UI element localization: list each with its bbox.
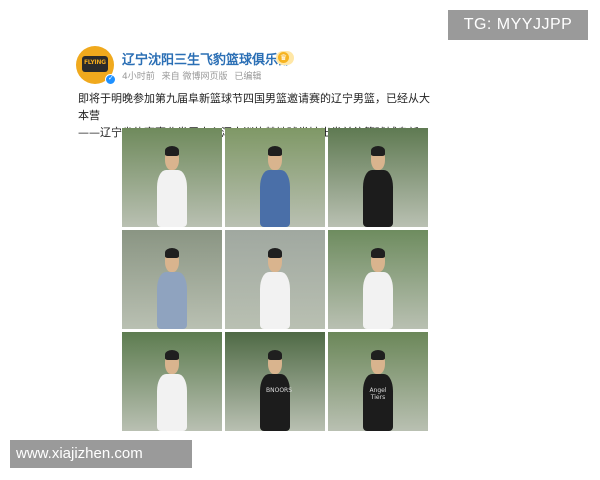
player-shirt <box>157 373 187 431</box>
photo-thumbnail[interactable]: BNOORS <box>225 332 325 431</box>
photo-thumbnail[interactable] <box>122 230 222 329</box>
player-hair <box>370 350 386 360</box>
player-figure: BNOORS <box>260 350 293 431</box>
photo-thumbnail[interactable] <box>122 332 222 431</box>
player-shirt <box>157 271 187 329</box>
photo-grid: BNOORS Angel Tiers <box>122 128 428 433</box>
player-figure: Angel Tiers <box>363 350 393 431</box>
player-hair <box>370 146 386 156</box>
player-figure <box>157 350 187 431</box>
photo-thumbnail[interactable] <box>328 230 428 329</box>
post-source: 来自 微博网页版 <box>161 72 228 82</box>
player-hair <box>164 248 180 258</box>
player-hair <box>267 350 283 360</box>
player-shirt <box>363 271 393 329</box>
player-shirt <box>363 169 393 227</box>
player-figure <box>157 248 187 329</box>
post-meta: 4小时前 来自 微博网页版 已编辑 <box>122 69 265 82</box>
tg-watermark: TG: MYYJJPP <box>448 10 588 40</box>
site-watermark: www.xiajizhen.com <box>10 440 192 468</box>
player-shirt <box>260 373 290 431</box>
photo-thumbnail[interactable]: Angel Tiers <box>328 332 428 431</box>
player-figure <box>260 248 290 329</box>
player-hair <box>164 146 180 156</box>
shirt-print: Angel Tiers <box>369 387 387 402</box>
player-figure <box>363 146 393 227</box>
avatar-logo-text: FLYING <box>84 59 106 66</box>
verified-icon: ✓ <box>105 74 116 85</box>
player-hair <box>267 248 283 258</box>
weibo-post: FLYING ✓ 辽宁沈阳三生飞豹篮球俱乐部 ♛ 4小时前 来自 微博网页版 已… <box>70 40 440 440</box>
photo-thumbnail[interactable] <box>328 128 428 227</box>
photo-thumbnail[interactable] <box>225 128 325 227</box>
page: TG: MYYJJPP FLYING ✓ 辽宁沈阳三生飞豹篮球俱乐部 ♛ 4小时… <box>0 0 600 480</box>
account-name[interactable]: 辽宁沈阳三生飞豹篮球俱乐部 <box>122 49 291 68</box>
photo-thumbnail[interactable] <box>225 230 325 329</box>
player-hair <box>267 146 283 156</box>
player-shirt <box>260 271 290 329</box>
post-text-line: 即将于明晚参加第九届阜新篮球节四国男篮邀请赛的辽宁男篮，已经从大本营 <box>78 92 430 122</box>
shirt-print: BNOORS <box>266 387 293 395</box>
member-badge[interactable]: ♛ <box>276 51 294 65</box>
post-time[interactable]: 4小时前 <box>122 72 155 82</box>
post-header: FLYING ✓ 辽宁沈阳三生飞豹篮球俱乐部 ♛ 4小时前 来自 微博网页版 已… <box>76 46 436 86</box>
player-shirt <box>157 169 187 227</box>
post-edited[interactable]: 已编辑 <box>234 72 261 82</box>
player-shirt <box>260 169 290 227</box>
player-figure <box>363 248 393 329</box>
crown-icon: ♛ <box>278 52 289 63</box>
player-figure <box>157 146 187 227</box>
player-figure <box>260 146 290 227</box>
photo-thumbnail[interactable] <box>122 128 222 227</box>
player-hair <box>164 350 180 360</box>
player-hair <box>370 248 386 258</box>
player-shirt <box>363 373 393 431</box>
